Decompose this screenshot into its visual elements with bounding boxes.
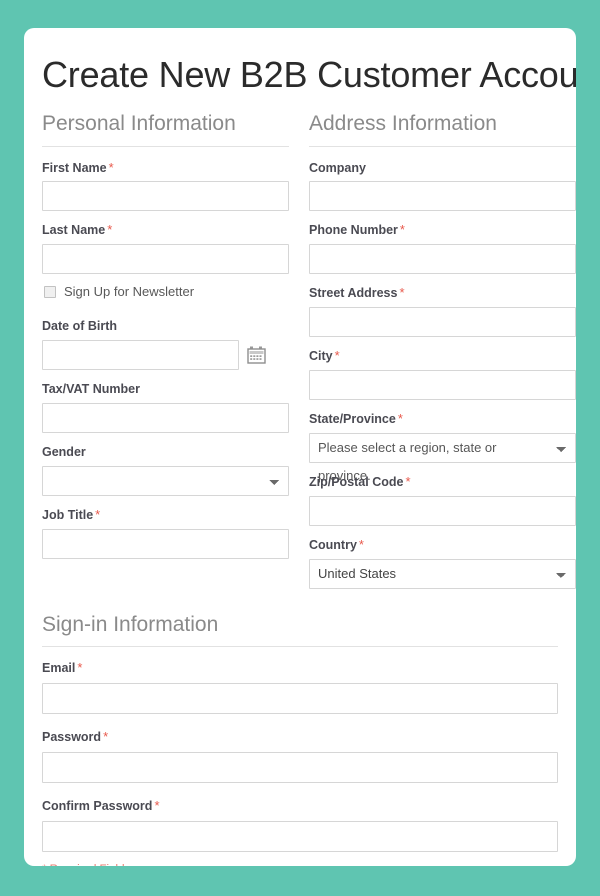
- label-gender: Gender: [42, 444, 289, 461]
- field-zip-postal-code: Zip/Postal Code *: [309, 474, 576, 526]
- field-last-name: Last Name *: [42, 222, 289, 275]
- label-text: Email: [42, 661, 76, 675]
- label-state-province: State/Province *: [309, 411, 576, 428]
- page-root: Create New B2B Customer Account Personal…: [0, 0, 600, 896]
- label-text: Gender: [42, 445, 86, 460]
- label-email: Email *: [42, 660, 558, 677]
- required-asterisk: *: [77, 660, 83, 675]
- label-password: Password *: [42, 729, 558, 746]
- calendar-icon[interactable]: [247, 346, 266, 364]
- newsletter-label: Sign Up for Newsletter: [64, 284, 195, 300]
- label-text: Zip/Postal Code: [309, 475, 404, 490]
- newsletter-checkbox[interactable]: [44, 285, 56, 298]
- label-text: Phone Number: [309, 223, 398, 238]
- field-city: City *: [309, 348, 576, 401]
- section-title-signin-information: Sign-in Information: [42, 612, 558, 647]
- label-country: Country *: [309, 537, 576, 554]
- label-text: Confirm Password: [42, 798, 153, 813]
- section-title-personal-information: Personal Information: [42, 111, 289, 147]
- required-asterisk: *: [399, 222, 405, 238]
- label-text: Job Title: [42, 508, 94, 523]
- label-text: Country: [309, 537, 357, 552]
- required-asterisk: *: [103, 728, 109, 744]
- state-province-select[interactable]: Please select a region, state or provinc…: [309, 433, 576, 483]
- required-asterisk: *: [108, 159, 114, 175]
- field-gender: Gender: [42, 444, 289, 497]
- first-name-input[interactable]: [42, 181, 289, 212]
- required-asterisk: *: [358, 536, 364, 552]
- email-input[interactable]: [42, 682, 558, 714]
- label-text: Last Name: [42, 223, 106, 238]
- label-company: Company: [309, 160, 576, 177]
- field-company: Company: [309, 160, 576, 212]
- date-of-birth-row: [42, 340, 289, 371]
- gender-select[interactable]: [42, 466, 289, 497]
- account-form-card: Create New B2B Customer Account Personal…: [24, 28, 576, 866]
- label-confirm-password: Confirm Password *: [42, 798, 558, 815]
- last-name-input[interactable]: [42, 244, 289, 275]
- job-title-input[interactable]: [42, 528, 289, 559]
- label-street-address: Street Address *: [309, 285, 576, 302]
- required-asterisk: *: [107, 222, 113, 238]
- country-select[interactable]: United States: [309, 558, 576, 589]
- address-information-column: Address Information Company Phone Number…: [309, 111, 576, 599]
- field-job-title: Job Title *: [42, 507, 289, 559]
- label-text: State/Province: [309, 412, 396, 427]
- field-phone-number: Phone Number *: [309, 222, 576, 275]
- zip-postal-code-input[interactable]: [309, 495, 576, 526]
- field-tax-vat-number: Tax/VAT Number: [42, 381, 289, 434]
- required-asterisk: *: [95, 507, 101, 523]
- label-text: First Name: [42, 160, 107, 175]
- personal-information-column: Personal Information First Name * Last Na…: [42, 111, 289, 599]
- field-country: Country * United States: [309, 537, 576, 589]
- company-input[interactable]: [309, 181, 576, 212]
- required-fields-note: * Required Fields: [42, 863, 558, 866]
- date-of-birth-input[interactable]: [42, 340, 239, 371]
- field-confirm-password: Confirm Password *: [42, 798, 558, 852]
- required-asterisk: *: [397, 411, 403, 427]
- newsletter-checkbox-row[interactable]: Sign Up for Newsletter: [44, 285, 289, 298]
- label-tax-vat-number: Tax/VAT Number: [42, 381, 289, 398]
- label-first-name: First Name *: [42, 160, 289, 177]
- field-state-province: State/Province * Please select a region, …: [309, 411, 576, 483]
- label-text: Street Address: [309, 286, 398, 301]
- country-select-value: United States: [318, 565, 397, 581]
- phone-number-input[interactable]: [309, 244, 576, 275]
- required-asterisk: *: [399, 285, 405, 301]
- label-date-of-birth: Date of Birth: [42, 318, 289, 335]
- required-asterisk: *: [405, 474, 411, 490]
- form-columns: Personal Information First Name * Last Na…: [42, 111, 576, 599]
- label-text: Date of Birth: [42, 319, 117, 334]
- label-zip-postal-code: Zip/Postal Code *: [309, 474, 576, 491]
- label-job-title: Job Title *: [42, 507, 289, 524]
- field-email: Email *: [42, 660, 558, 714]
- page-title: Create New B2B Customer Account: [42, 54, 576, 95]
- label-text: Company: [309, 160, 366, 175]
- required-asterisk: *: [334, 348, 340, 364]
- section-title-address-information: Address Information: [309, 111, 576, 147]
- field-password: Password *: [42, 729, 558, 783]
- password-input[interactable]: [42, 751, 558, 783]
- label-phone-number: Phone Number *: [309, 222, 576, 239]
- label-text: Password: [42, 729, 102, 744]
- label-city: City *: [309, 348, 576, 365]
- label-text: City: [309, 349, 333, 364]
- street-address-input[interactable]: [309, 307, 576, 338]
- field-date-of-birth: Date of Birth: [42, 318, 289, 371]
- field-street-address: Street Address *: [309, 285, 576, 338]
- confirm-password-input[interactable]: [42, 820, 558, 852]
- city-input[interactable]: [309, 370, 576, 401]
- label-text: Tax/VAT Number: [42, 382, 140, 397]
- field-first-name: First Name *: [42, 160, 289, 212]
- required-asterisk: *: [154, 797, 160, 813]
- tax-vat-number-input[interactable]: [42, 403, 289, 434]
- signin-information-section: Sign-in Information Email * Password * Con…: [42, 612, 558, 866]
- label-last-name: Last Name *: [42, 222, 289, 239]
